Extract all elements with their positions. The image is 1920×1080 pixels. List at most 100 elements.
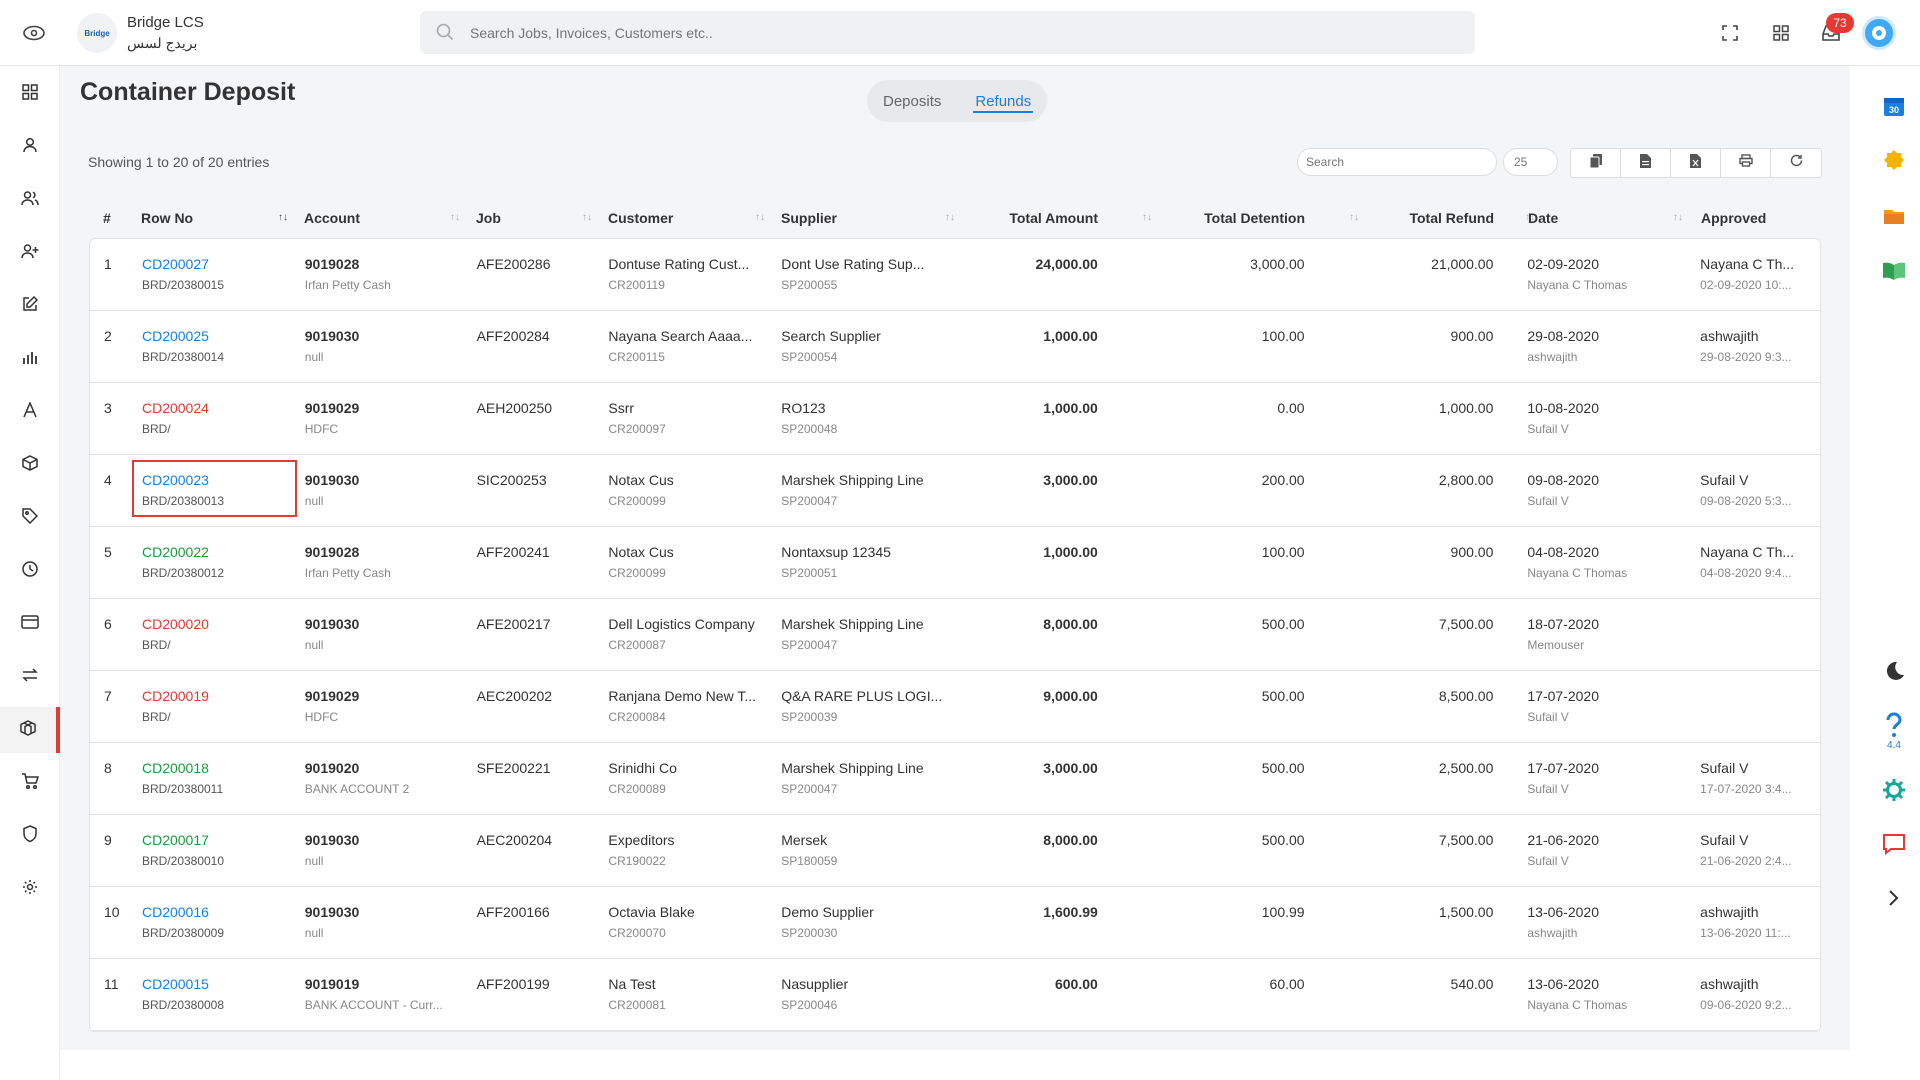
sidebar-item-add-user[interactable]: [0, 230, 60, 276]
sidebar-item-profile[interactable]: [0, 124, 60, 170]
cell-total-detention: 0.00: [1128, 383, 1335, 454]
job-number: AFF200284: [476, 328, 550, 344]
col-header-account[interactable]: Account ↑↓: [296, 203, 468, 233]
table-row[interactable]: 5 CD200022 BRD/20380012 9019028 Irfan Petty …: [90, 527, 1820, 599]
folder-icon[interactable]: [1868, 196, 1920, 236]
row-index: 9: [104, 832, 112, 848]
brand-logo[interactable]: Bridge: [77, 13, 117, 53]
cell-total-detention: 100.99: [1128, 887, 1335, 958]
approved-by: Sufail V: [1700, 832, 1749, 848]
tab-deposits[interactable]: Deposits: [881, 80, 943, 122]
sidebar-item-settings[interactable]: [0, 866, 60, 912]
account-name: null: [304, 854, 324, 868]
chevron-right-icon[interactable]: [1868, 878, 1920, 918]
row-no-link[interactable]: CD200019: [142, 687, 297, 705]
col-label: Account: [304, 210, 360, 226]
avatar[interactable]: [1862, 16, 1896, 50]
table-row[interactable]: 2 CD200025 BRD/20380014 9019030 null AFF20028…: [90, 311, 1820, 383]
cell-index: 11: [90, 959, 133, 1030]
table-row[interactable]: 6 CD200020 BRD/9019030 null AFE200217 Dell Lo…: [90, 599, 1820, 671]
brand-name: Bridge LCS: [127, 14, 204, 31]
table-row[interactable]: 8 CD200018 BRD/20380011 9019020 BANK ACCOUNT…: [90, 743, 1820, 815]
row-no-link[interactable]: CD200020: [142, 615, 297, 633]
col-header-total-detention[interactable]: Total Detention ↑↓: [1128, 203, 1359, 233]
print-button[interactable]: [1721, 149, 1771, 177]
fullscreen-icon[interactable]: [1717, 20, 1743, 46]
row-no-link[interactable]: CD200017: [142, 831, 297, 849]
cell-row-no: CD200015 BRD/20380008: [133, 959, 297, 1030]
eye-toggle-icon[interactable]: [20, 22, 48, 44]
settings-gear-icon[interactable]: [1868, 770, 1920, 810]
col-label: Date: [1528, 210, 1559, 226]
sidebar-item-payments[interactable]: [0, 601, 60, 647]
row-no-link[interactable]: CD200015: [142, 975, 297, 993]
table-row[interactable]: 3 CD200024 BRD/9019029 HDFC AEH200250 Ssrr CR2…: [90, 383, 1820, 455]
cell-total-refund: 7,500.00: [1335, 815, 1517, 886]
total-detention: 100.00: [1261, 328, 1305, 344]
cell-row-no: CD200020 BRD/: [133, 599, 297, 670]
sidebar-item-security[interactable]: [0, 813, 60, 859]
copy-button[interactable]: [1571, 149, 1621, 177]
sidebar-item-reports[interactable]: [0, 336, 60, 382]
sidebar-item-edit[interactable]: [0, 283, 60, 329]
sidebar-item-dashboard[interactable]: [0, 71, 60, 117]
col-header-index[interactable]: #: [89, 203, 132, 233]
customer-name: Dell Logistics Company: [608, 616, 755, 632]
sidebar-item-history[interactable]: [0, 548, 60, 594]
total-refund: 1,000.00: [1438, 400, 1494, 416]
table-row[interactable]: 11 CD200015 BRD/20380008 9019019 BANK ACCOUN…: [90, 959, 1820, 1031]
table-search-input[interactable]: Search: [1297, 148, 1497, 176]
customer-code: CR200087: [608, 638, 666, 652]
col-header-job[interactable]: Job ↑↓: [468, 203, 600, 233]
dark-mode-icon[interactable]: [1868, 651, 1920, 691]
badge-icon[interactable]: [1868, 141, 1920, 181]
table-row[interactable]: 4 CD200023 BRD/20380013 9019030 null SIC20025…: [90, 455, 1820, 527]
cell-total-amount: 1,000.00: [963, 527, 1128, 598]
row-no-link[interactable]: CD200016: [142, 903, 297, 921]
row-index: 2: [104, 328, 112, 344]
chat-icon[interactable]: [1868, 824, 1920, 864]
tab-refunds[interactable]: Refunds: [973, 80, 1034, 122]
cell-approved: Nayana C Th... 04-08-2020 9:4...: [1690, 527, 1820, 598]
global-search-input[interactable]: [470, 24, 1475, 41]
col-header-approved[interactable]: Approved: [1691, 203, 1821, 233]
sidebar-item-users[interactable]: [0, 177, 60, 223]
table-row[interactable]: 10 CD200016 BRD/20380009 9019030 null AFF2001…: [90, 887, 1820, 959]
sidebar-item-tags[interactable]: [0, 495, 60, 541]
row-no-link[interactable]: CD200027: [142, 255, 297, 273]
table-row[interactable]: 1 CD200027 BRD/20380015 9019028 Irfan Petty …: [90, 239, 1820, 311]
col-header-total-amount[interactable]: Total Amount ↑↓: [963, 203, 1152, 233]
sidebar-item-typography[interactable]: [0, 389, 60, 435]
help-icon[interactable]: 4.4: [1868, 706, 1920, 756]
book-icon[interactable]: [1868, 251, 1920, 291]
approved-at: 02-09-2020 10:...: [1700, 278, 1792, 292]
sidebar-item-container-deposit[interactable]: [0, 707, 60, 753]
col-header-total-refund[interactable]: Total Refund ↑↓: [1335, 203, 1535, 233]
col-header-date[interactable]: Date ↑↓: [1517, 203, 1691, 233]
excel-button[interactable]: [1671, 149, 1721, 177]
refresh-button[interactable]: [1771, 149, 1821, 177]
notification-badge[interactable]: 73: [1826, 13, 1854, 33]
table-row[interactable]: 7 CD200019 BRD/9019029 HDFC AEC200202 Ranjana…: [90, 671, 1820, 743]
sidebar-item-transfers[interactable]: [0, 654, 60, 700]
calendar-icon[interactable]: 30: [1868, 86, 1920, 126]
col-label: Customer: [608, 210, 674, 226]
col-header-supplier[interactable]: Supplier ↑↓: [773, 203, 963, 233]
page-size-select[interactable]: 25: [1503, 148, 1558, 176]
row-no-link[interactable]: CD200022: [142, 543, 297, 561]
sidebar-item-cart[interactable]: [0, 760, 60, 806]
cell-job: AFF200241: [469, 527, 601, 598]
table-row[interactable]: 9 CD200017 BRD/20380010 9019030 null AEC20020…: [90, 815, 1820, 887]
cell-customer: Dell Logistics Company CR200087: [600, 599, 773, 670]
cell-row-no: CD200024 BRD/: [133, 383, 297, 454]
col-header-row-no[interactable]: Row No ↑↓: [132, 203, 296, 233]
csv-button[interactable]: [1621, 149, 1671, 177]
col-header-customer[interactable]: Customer ↑↓: [600, 203, 773, 233]
row-no-link[interactable]: CD200018: [142, 759, 297, 777]
apps-grid-icon[interactable]: [1768, 20, 1794, 46]
sidebar-item-packages[interactable]: [0, 442, 60, 488]
row-no-reference: BRD/: [141, 422, 171, 436]
total-refund: 8,500.00: [1438, 688, 1494, 704]
row-no-link[interactable]: CD200024: [142, 399, 297, 417]
row-no-link[interactable]: CD200025: [142, 327, 297, 345]
